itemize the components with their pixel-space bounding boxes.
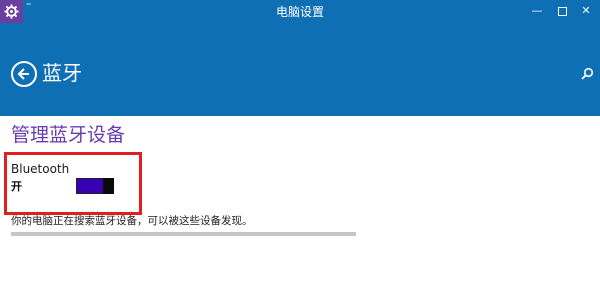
window-title: 电脑设置 xyxy=(275,5,324,19)
status-text: 你的电脑正在搜索蓝牙设备，可以被这些设备发现。 xyxy=(11,215,253,227)
search-button[interactable] xyxy=(580,67,594,81)
page-header: 蓝牙 xyxy=(0,23,600,116)
bluetooth-state: 开 xyxy=(11,180,22,193)
bluetooth-label: Bluetooth xyxy=(11,162,70,176)
page-title: 蓝牙 xyxy=(42,61,82,85)
close-button[interactable]: ✕ xyxy=(575,0,597,23)
maximize-button[interactable] xyxy=(551,0,573,23)
searching-progress-bar xyxy=(11,232,356,236)
toggle-thumb[interactable] xyxy=(103,178,114,194)
back-button[interactable] xyxy=(11,61,37,87)
title-bar: ⁼ 电脑设置 — ✕ xyxy=(0,0,600,23)
bluetooth-toggle[interactable] xyxy=(76,178,114,194)
maximize-icon xyxy=(557,7,567,16)
section-title: 管理蓝牙设备 xyxy=(11,124,126,146)
minimize-button[interactable]: — xyxy=(526,0,548,23)
back-arrow-icon xyxy=(17,68,29,80)
search-icon xyxy=(581,67,594,80)
